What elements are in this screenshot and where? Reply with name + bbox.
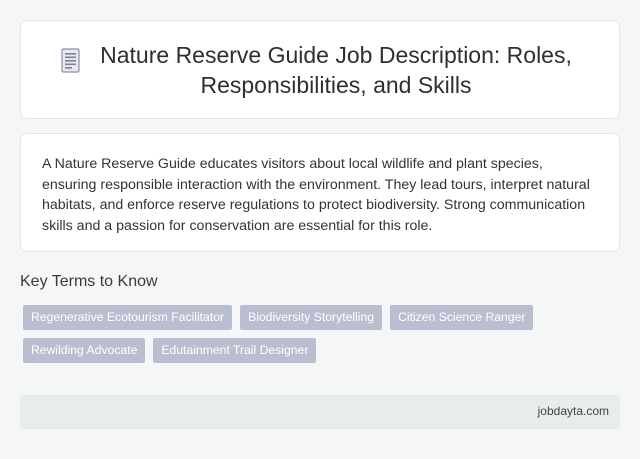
tag-edutainment-trail-designer[interactable]: Edutainment Trail Designer [153, 338, 317, 363]
key-terms-heading: Key Terms to Know [20, 273, 158, 290]
page-title: Nature Reserve Guide Job Description: Ro… [100, 41, 572, 98]
key-terms-tags: Regenerative Ecotourism Facilitator Biod… [23, 305, 583, 363]
footer-site-link[interactable]: jobdayta.com [538, 404, 609, 418]
tag-citizen-science-ranger[interactable]: Citizen Science Ranger [390, 305, 534, 330]
tag-rewilding-advocate[interactable]: Rewilding Advocate [23, 338, 146, 363]
tag-regenerative-ecotourism-facilitator[interactable]: Regenerative Ecotourism Facilitator [23, 305, 233, 330]
description-card: A Nature Reserve Guide educates visitors… [20, 133, 620, 252]
tag-biodiversity-storytelling[interactable]: Biodiversity Storytelling [240, 305, 383, 330]
title-card: Nature Reserve Guide Job Description: Ro… [20, 20, 620, 119]
footer: jobdayta.com [20, 395, 620, 429]
description-text: A Nature Reserve Guide educates visitors… [42, 156, 590, 234]
